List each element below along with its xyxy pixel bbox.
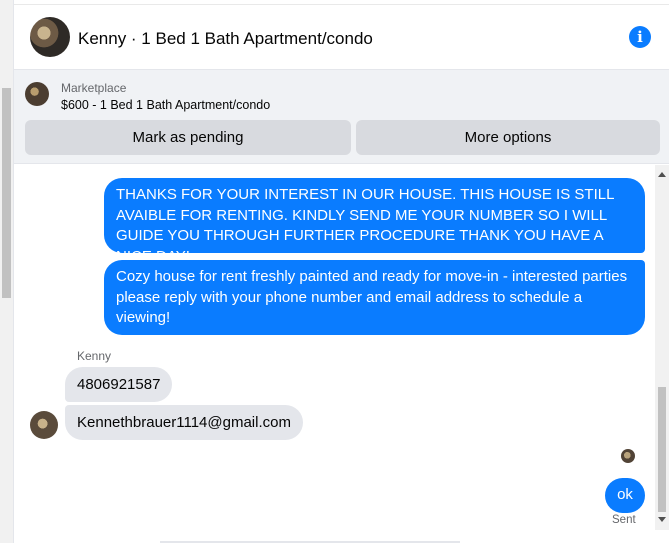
chat-header: Kenny · 1 Bed 1 Bath Apartment/condo i: [14, 4, 669, 68]
conversation-title[interactable]: Kenny · 1 Bed 1 Bath Apartment/condo: [78, 29, 373, 49]
marketplace-label: Marketplace: [61, 81, 127, 95]
messenger-window: Kenny · 1 Bed 1 Bath Apartment/condo i M…: [0, 0, 669, 543]
chat-panel: Kenny · 1 Bed 1 Bath Apartment/condo i M…: [14, 0, 669, 543]
outgoing-message[interactable]: ok: [605, 478, 645, 513]
marketplace-banner: Marketplace $600 - 1 Bed 1 Bath Apartmen…: [14, 69, 669, 164]
incoming-message[interactable]: 4806921587: [65, 367, 173, 402]
more-options-button[interactable]: More options: [356, 120, 660, 155]
message-list: THANKS FOR YOUR INTEREST IN OUR HOUSE. T…: [14, 165, 669, 543]
outgoing-message[interactable]: Cozy house for rent freshly painted and …: [104, 260, 645, 335]
scroll-up-arrow-icon[interactable]: [658, 172, 666, 177]
scroll-down-arrow-icon[interactable]: [658, 517, 666, 522]
seen-indicator-avatar: [621, 449, 635, 463]
outgoing-message[interactable]: THANKS FOR YOUR INTEREST IN OUR HOUSE. T…: [104, 178, 645, 265]
incoming-message[interactable]: Kennethbrauer1114@gmail.com: [65, 405, 303, 440]
sender-avatar[interactable]: [30, 411, 58, 439]
avatar[interactable]: [30, 17, 70, 57]
info-icon[interactable]: i: [629, 26, 651, 48]
outer-scrollbar[interactable]: [0, 0, 13, 543]
listing-thumbnail[interactable]: [25, 82, 49, 106]
sender-name: Kenny: [77, 349, 112, 363]
listing-title[interactable]: $600 - 1 Bed 1 Bath Apartment/condo: [61, 98, 270, 112]
message-status: Sent: [612, 514, 636, 526]
mark-as-pending-button[interactable]: Mark as pending: [25, 120, 351, 155]
outer-scrollbar-thumb[interactable]: [2, 88, 11, 298]
message-scrollbar[interactable]: [655, 165, 669, 530]
message-scrollbar-thumb[interactable]: [658, 387, 666, 512]
